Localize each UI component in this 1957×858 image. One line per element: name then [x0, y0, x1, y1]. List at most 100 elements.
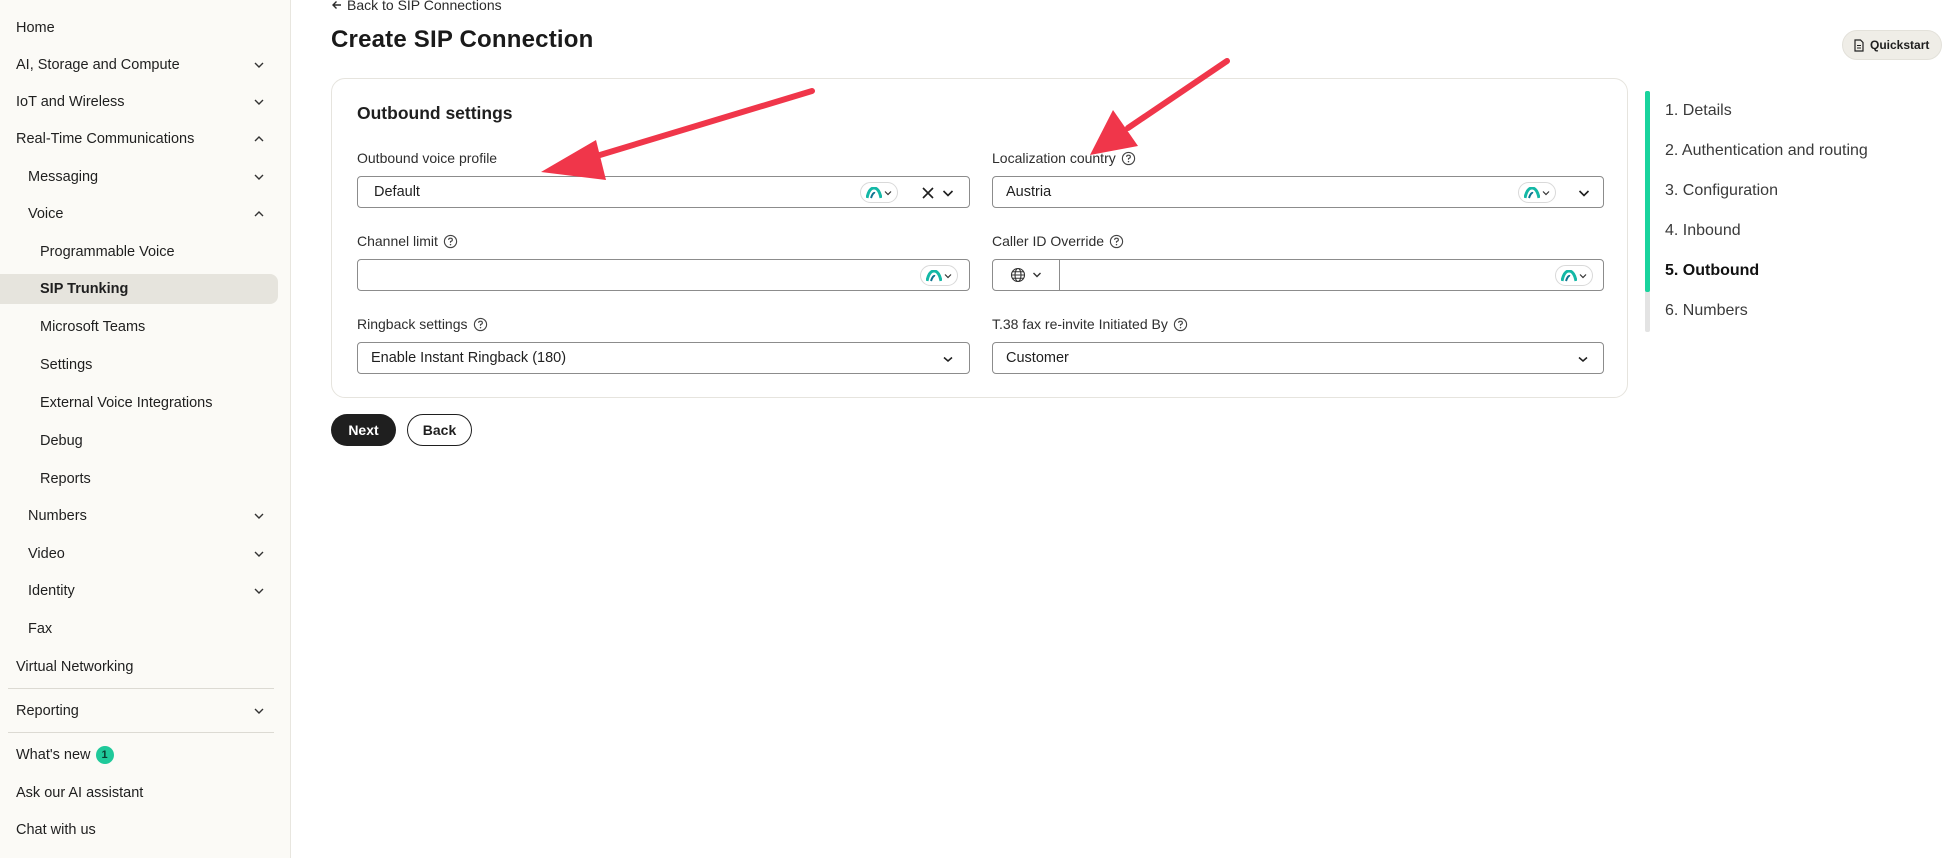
sidebar-item-label: Reporting	[16, 703, 79, 719]
sidebar-item-voice[interactable]: Voice	[0, 199, 291, 229]
field-label-text: Caller ID Override	[992, 233, 1105, 249]
sidebar-item-external-voice-integrations[interactable]: External Voice Integrations	[0, 388, 291, 418]
document-icon	[1854, 38, 1864, 52]
chevron-up-icon	[254, 136, 264, 142]
sidebar-item-label: What's new	[16, 747, 91, 763]
ai-logo-icon	[1561, 269, 1577, 281]
sidebar-item-whats-new[interactable]: What's new 1	[0, 740, 291, 770]
ringback-settings-label: Ringback settings	[357, 316, 488, 332]
outbound-settings-card: Outbound settings Outbound voice profile…	[331, 78, 1628, 398]
chevron-down-icon	[254, 62, 264, 68]
sidebar-item-real-time-communications[interactable]: Real-Time Communications	[0, 124, 291, 154]
sidebar-item-label: Ask our AI assistant	[16, 785, 144, 801]
chevron-down-icon	[1033, 272, 1041, 278]
chevron-down-icon[interactable]	[1576, 352, 1590, 366]
field-label-text: Localization country	[992, 150, 1116, 166]
chevron-down-icon[interactable]	[941, 352, 955, 366]
sidebar-item-home[interactable]: Home	[0, 13, 291, 43]
arrow-left-icon	[332, 1, 341, 9]
sidebar-item-ai-assistant[interactable]: Ask our AI assistant	[0, 778, 291, 808]
step-numbers[interactable]: 6. Numbers	[1665, 302, 1748, 320]
localization-country-select[interactable]: Austria	[992, 176, 1604, 208]
sidebar-item-label: Reports	[40, 471, 91, 487]
chevron-down-icon	[254, 99, 264, 105]
step-configuration[interactable]: 3. Configuration	[1665, 182, 1778, 200]
sidebar-item-label: Settings	[40, 357, 93, 373]
sidebar-item-fax[interactable]: Fax	[0, 614, 291, 644]
back-link[interactable]: Back to SIP Connections	[331, 0, 502, 13]
select-value: Enable Instant Ringback (180)	[371, 350, 567, 366]
ai-assist-button[interactable]	[1518, 182, 1556, 203]
ringback-settings-select[interactable]: Enable Instant Ringback (180)	[357, 342, 970, 374]
sidebar-item-ai-storage-compute[interactable]: AI, Storage and Compute	[0, 50, 291, 80]
steps-progress-bar	[1645, 91, 1650, 332]
select-value: Customer	[1006, 350, 1069, 366]
sidebar-item-label: Virtual Networking	[16, 659, 134, 675]
help-icon[interactable]	[473, 317, 488, 332]
sidebar-item-reporting[interactable]: Reporting	[0, 696, 291, 726]
caller-id-override-label: Caller ID Override	[992, 233, 1124, 249]
sidebar-item-microsoft-teams[interactable]: Microsoft Teams	[0, 312, 291, 342]
ai-assist-button[interactable]	[920, 265, 958, 286]
sidebar-item-label: Chat with us	[16, 822, 96, 838]
step-authentication-routing[interactable]: 2. Authentication and routing	[1665, 142, 1868, 160]
sidebar-item-label: External Voice Integrations	[40, 395, 213, 411]
chevron-down-icon	[254, 588, 264, 594]
sidebar-item-label: SIP Trunking	[40, 281, 129, 297]
country-code-select[interactable]	[993, 260, 1060, 290]
ai-logo-icon	[926, 269, 942, 281]
page-title: Create SIP Connection	[331, 26, 594, 53]
step-inbound[interactable]: 4. Inbound	[1665, 222, 1741, 240]
help-icon[interactable]	[443, 234, 458, 249]
sidebar-item-label: Debug	[40, 433, 83, 449]
whats-new-count-badge: 1	[95, 746, 114, 764]
chevron-down-icon	[254, 708, 264, 714]
sidebar-item-reports[interactable]: Reports	[0, 464, 291, 494]
quickstart-button[interactable]: Quickstart	[1842, 30, 1943, 60]
field-label-text: Outbound voice profile	[357, 150, 498, 166]
ai-logo-icon	[866, 186, 882, 198]
sidebar-item-programmable-voice[interactable]: Programmable Voice	[0, 237, 291, 267]
next-button[interactable]: Next	[331, 414, 396, 446]
t38-fax-select[interactable]: Customer	[992, 342, 1604, 374]
caller-id-override-input[interactable]	[992, 259, 1604, 291]
chevron-down-icon[interactable]	[941, 186, 955, 200]
chevron-down-icon	[1579, 273, 1587, 278]
section-title: Outbound settings	[357, 103, 513, 123]
outbound-voice-profile-label: Outbound voice profile	[357, 150, 497, 166]
sidebar: Home AI, Storage and Compute IoT and Wir…	[0, 0, 291, 858]
channel-limit-label: Channel limit	[357, 233, 458, 249]
help-icon[interactable]	[1109, 234, 1124, 249]
help-icon[interactable]	[1173, 317, 1188, 332]
sidebar-item-numbers[interactable]: Numbers	[0, 501, 291, 531]
step-outbound[interactable]: 5. Outbound	[1665, 262, 1759, 280]
sidebar-item-label: Messaging	[28, 169, 99, 185]
channel-limit-input[interactable]	[357, 259, 970, 291]
sidebar-item-video[interactable]: Video	[0, 539, 291, 569]
sidebar-item-settings[interactable]: Settings	[0, 350, 291, 380]
sidebar-item-identity[interactable]: Identity	[0, 576, 291, 606]
ai-assist-button[interactable]	[1555, 265, 1593, 286]
outbound-voice-profile-select[interactable]: Default	[357, 176, 970, 208]
sidebar-item-messaging[interactable]: Messaging	[0, 162, 291, 192]
help-icon[interactable]	[1121, 151, 1136, 166]
sidebar-item-debug[interactable]: Debug	[0, 426, 291, 456]
sidebar-item-iot-wireless[interactable]: IoT and Wireless	[0, 87, 291, 117]
sidebar-item-label: Microsoft Teams	[40, 319, 146, 335]
t38-fax-label: T.38 fax re-invite Initiated By	[992, 316, 1188, 332]
quickstart-label: Quickstart	[1870, 38, 1930, 52]
sidebar-item-sip-trunking[interactable]: SIP Trunking	[0, 274, 278, 304]
clear-icon[interactable]	[921, 186, 935, 200]
sidebar-item-label: Voice	[28, 206, 64, 222]
sidebar-item-chat[interactable]: Chat with us	[0, 815, 291, 845]
chevron-down-icon[interactable]	[1577, 186, 1591, 200]
chevron-down-icon	[254, 174, 264, 180]
globe-icon	[1010, 267, 1026, 283]
select-value: Austria	[1006, 184, 1052, 200]
sidebar-item-label: AI, Storage and Compute	[16, 57, 180, 73]
step-details[interactable]: 1. Details	[1665, 102, 1732, 120]
ai-assist-button[interactable]	[860, 182, 898, 203]
back-button[interactable]: Back	[407, 414, 472, 446]
sidebar-item-virtual-networking[interactable]: Virtual Networking	[0, 652, 291, 682]
ai-logo-icon	[1524, 186, 1540, 198]
